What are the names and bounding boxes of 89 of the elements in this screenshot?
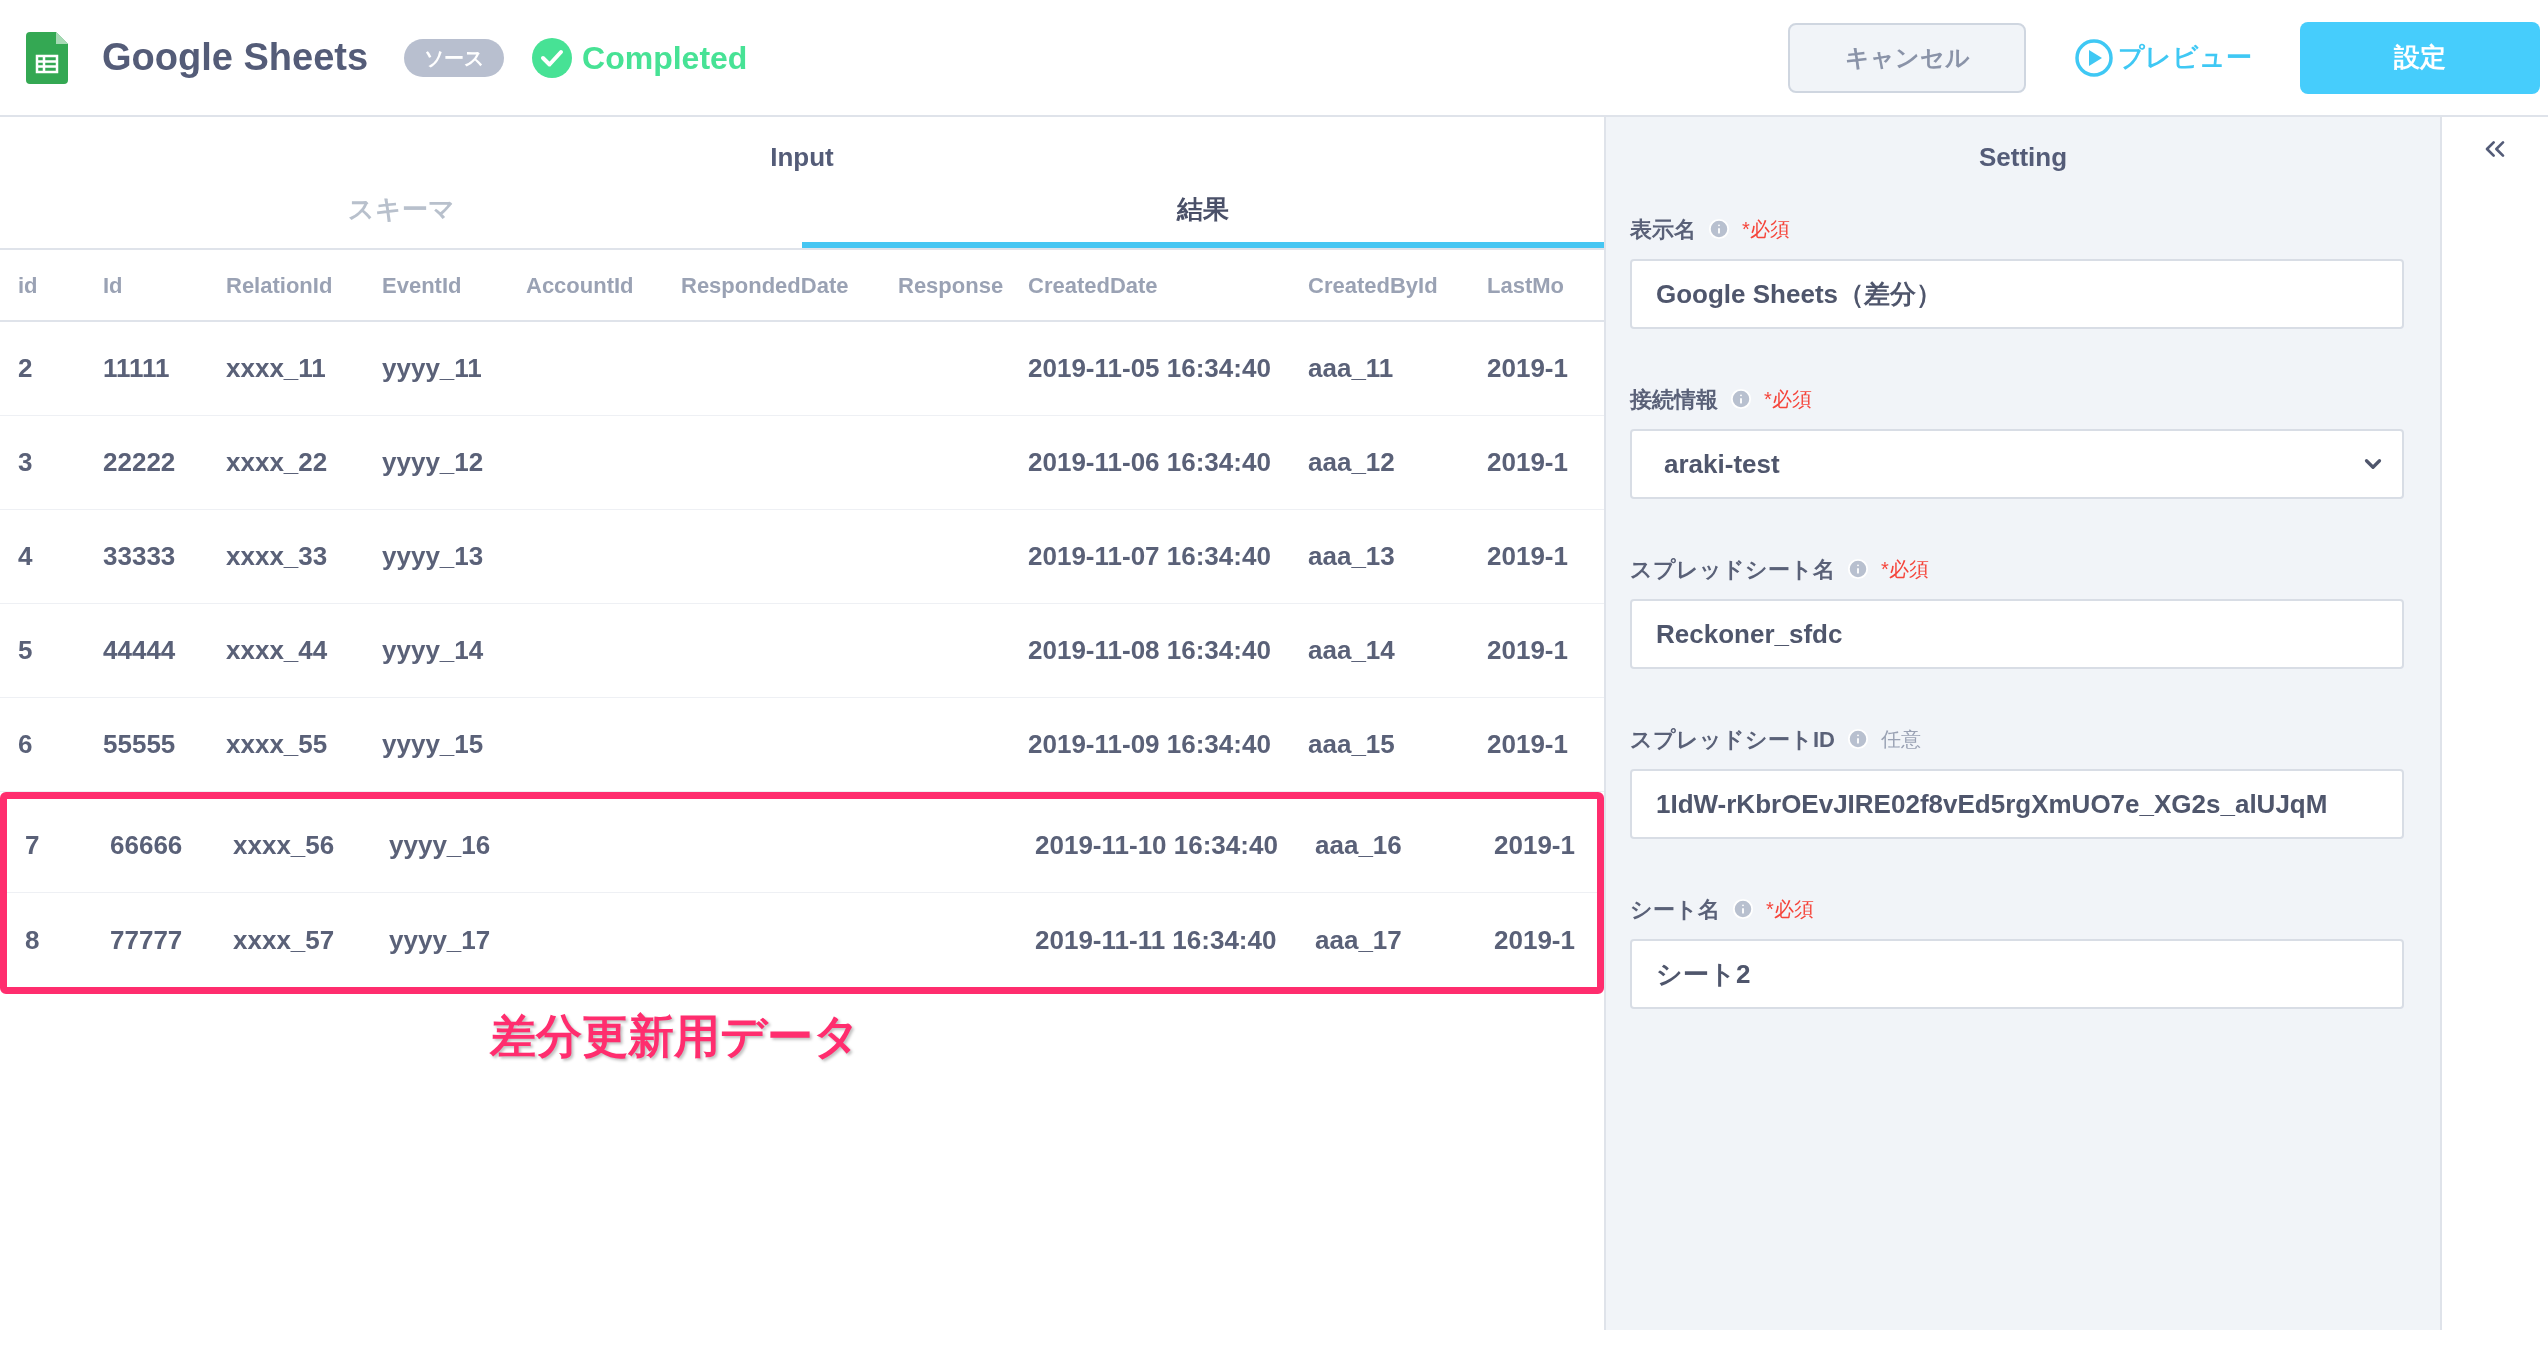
spreadsheet-icon bbox=[26, 31, 68, 84]
table-cell: 2019-1 bbox=[1487, 541, 1568, 571]
column-header: CreatedById bbox=[1308, 272, 1438, 298]
text-field[interactable]: 1IdW-rKbrOEvJIRE02f8vEd5rgXmUO7e_XG2s_alUJqM bbox=[1630, 769, 2404, 839]
table-cell: 44444 bbox=[103, 635, 176, 665]
table-cell: 22222 bbox=[103, 447, 176, 477]
table-cell: 2019-11-05 16:34:40 bbox=[1028, 353, 1271, 383]
app-title: Google Sheets bbox=[102, 35, 369, 80]
table-cell: 2019-1 bbox=[1487, 353, 1568, 383]
table-cell: yyyy_11 bbox=[382, 353, 482, 383]
table-cell: 6 bbox=[18, 729, 33, 759]
table-cell: 2019-11-09 16:34:40 bbox=[1028, 729, 1271, 759]
info-icon bbox=[1732, 898, 1754, 920]
field-label: スプレッドシート名 bbox=[1630, 555, 1835, 584]
select-field[interactable]: araki-test bbox=[1630, 429, 2404, 499]
table-cell: yyyy_17 bbox=[389, 924, 491, 955]
field-label: スプレッドシートID bbox=[1630, 725, 1835, 754]
table-cell: 3 bbox=[18, 447, 33, 477]
requirement-label: *必須 bbox=[1764, 387, 1812, 412]
table-cell: 66666 bbox=[110, 830, 183, 860]
table-cell: aaa_17 bbox=[1315, 924, 1402, 955]
table-cell: 2019-11-10 16:34:40 bbox=[1035, 830, 1278, 860]
table-cell: xxxx_22 bbox=[226, 447, 328, 477]
column-header: RelationId bbox=[226, 272, 333, 298]
column-header: LastMo bbox=[1487, 272, 1564, 298]
panel-title: Setting bbox=[1978, 141, 2068, 174]
column-header: Response bbox=[898, 272, 1004, 298]
table-cell: aaa_11 bbox=[1308, 353, 1394, 383]
table-cell: aaa_14 bbox=[1308, 635, 1395, 665]
play-circle-icon bbox=[2074, 37, 2114, 78]
text-field[interactable]: Google Sheets（差分） bbox=[1630, 259, 2404, 329]
table-cell: 2019-11-11 16:34:40 bbox=[1035, 924, 1277, 955]
field-label: 表示名 bbox=[1630, 215, 1696, 244]
column-header: EventId bbox=[382, 272, 462, 298]
field-label: 接続情報 bbox=[1630, 385, 1718, 414]
table-cell: yyyy_15 bbox=[382, 729, 484, 759]
table-cell: 2019-1 bbox=[1494, 924, 1575, 955]
table-cell: 2019-1 bbox=[1487, 447, 1568, 477]
requirement-label: *必須 bbox=[1766, 897, 1814, 922]
table-cell: yyyy_12 bbox=[382, 447, 484, 477]
info-icon bbox=[1708, 218, 1730, 240]
table-cell: 4 bbox=[18, 541, 33, 571]
table-cell: 2019-11-07 16:34:40 bbox=[1028, 541, 1271, 571]
requirement-label: 任意 bbox=[1881, 727, 1921, 752]
column-header: CreatedDate bbox=[1028, 272, 1158, 298]
panel-title: Input bbox=[770, 141, 834, 174]
table-cell: 11111 bbox=[103, 353, 170, 383]
table-cell: aaa_16 bbox=[1315, 830, 1402, 860]
table-cell: aaa_15 bbox=[1308, 729, 1395, 759]
table-cell: yyyy_13 bbox=[382, 541, 484, 571]
text-field[interactable]: Reckoner_sfdc bbox=[1630, 599, 2404, 669]
table-cell: aaa_12 bbox=[1308, 447, 1395, 477]
annotation-label: 差分更新用データ bbox=[490, 1010, 860, 1062]
table-cell: 8 bbox=[25, 924, 40, 955]
table-cell: 5 bbox=[18, 635, 33, 665]
column-header: RespondedDate bbox=[681, 272, 849, 298]
table-cell: xxxx_55 bbox=[226, 729, 328, 759]
table-cell: xxxx_56 bbox=[233, 830, 335, 860]
table-cell: yyyy_16 bbox=[389, 830, 491, 860]
table-cell: 2 bbox=[18, 353, 33, 383]
table-cell: 77777 bbox=[110, 924, 183, 955]
column-header: AccountId bbox=[526, 272, 634, 298]
table-cell: 2019-1 bbox=[1487, 729, 1568, 759]
requirement-label: *必須 bbox=[1881, 557, 1929, 582]
check-circle-icon bbox=[532, 37, 573, 78]
table-cell: 2019-1 bbox=[1487, 635, 1568, 665]
table-cell: 2019-1 bbox=[1494, 830, 1575, 860]
field-label: シート名 bbox=[1630, 895, 1720, 924]
source-tag: ソース bbox=[404, 38, 505, 77]
table-cell: xxxx_33 bbox=[226, 541, 328, 571]
column-header: id bbox=[18, 272, 38, 298]
requirement-label: *必須 bbox=[1742, 217, 1790, 242]
table-cell: 2019-11-08 16:34:40 bbox=[1028, 635, 1271, 665]
table-cell: 7 bbox=[25, 830, 40, 860]
table-cell: 2019-11-06 16:34:40 bbox=[1028, 447, 1271, 477]
table-cell: 55555 bbox=[103, 729, 176, 759]
table-cell: xxxx_57 bbox=[233, 924, 335, 955]
table-cell: xxxx_44 bbox=[226, 635, 328, 665]
column-header: Id bbox=[103, 272, 123, 298]
table-cell: yyyy_14 bbox=[382, 635, 484, 665]
table-cell: aaa_13 bbox=[1308, 541, 1395, 571]
table-cell: xxxx_11 bbox=[226, 353, 326, 383]
status-label: Completed bbox=[582, 38, 748, 78]
tab[interactable]: 結果 bbox=[802, 177, 1604, 248]
table-cell: 33333 bbox=[103, 541, 176, 571]
info-icon bbox=[1730, 388, 1752, 410]
info-icon bbox=[1847, 728, 1869, 750]
text-field[interactable]: シート2 bbox=[1630, 939, 2404, 1009]
info-icon bbox=[1847, 558, 1869, 580]
